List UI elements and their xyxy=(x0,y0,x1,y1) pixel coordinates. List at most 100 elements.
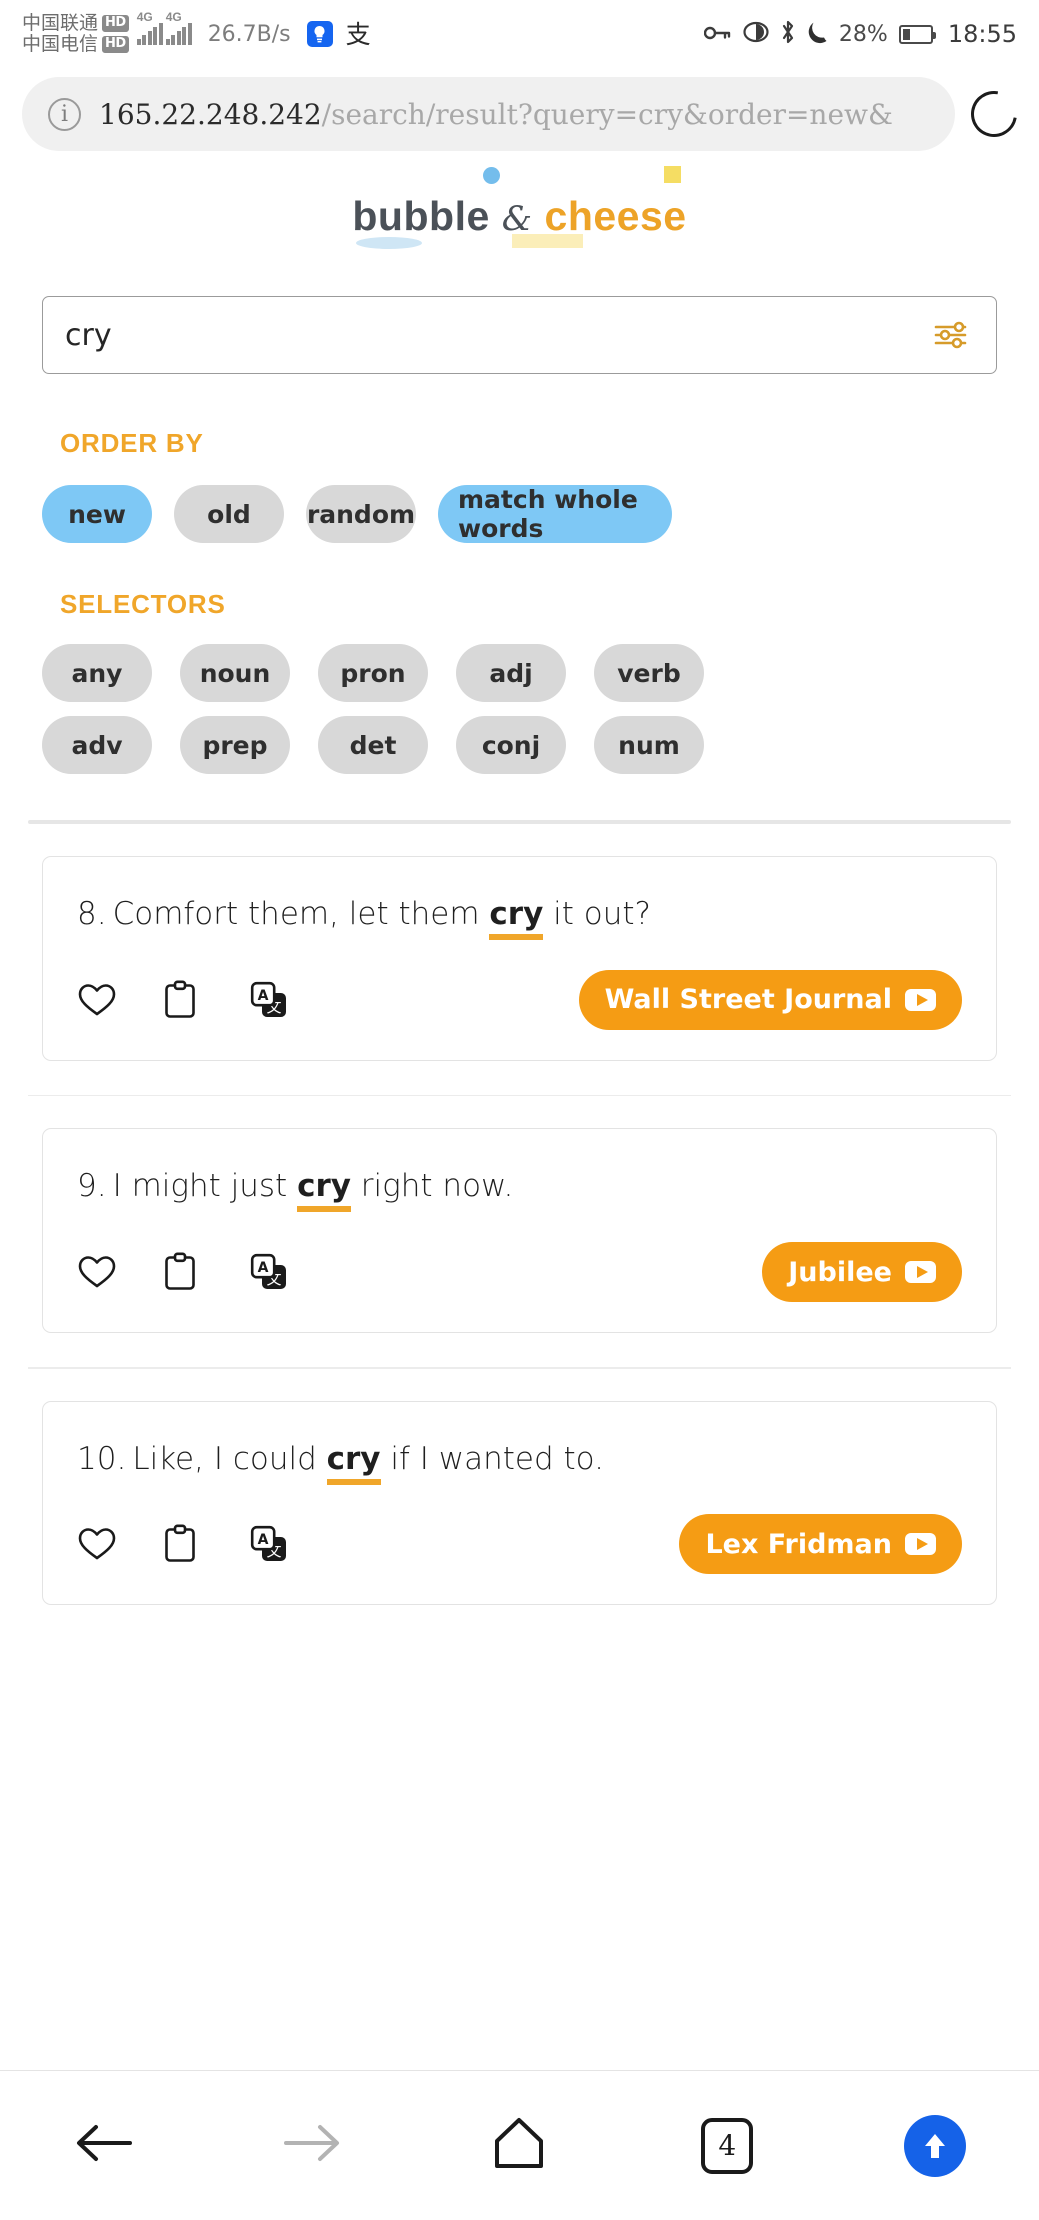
network-type-label-2: 4G xyxy=(165,10,182,24)
lightbulb-icon xyxy=(306,21,333,47)
selector-adv[interactable]: adv xyxy=(42,716,152,774)
clipboard-icon[interactable] xyxy=(163,1252,249,1292)
search-input[interactable]: cry xyxy=(65,318,932,353)
tabs-button[interactable]: 4 xyxy=(623,2071,831,2220)
result-separator xyxy=(28,1367,1011,1369)
result-card[interactable]: 9. I might just cry right now. 文A Jubilee xyxy=(42,1128,997,1333)
selectors-row-1: any noun pron adj verb xyxy=(0,644,1039,702)
result-sentence: 10. Like, I could cry if I wanted to. xyxy=(77,1440,962,1485)
youtube-icon xyxy=(905,1533,936,1556)
forward-button[interactable] xyxy=(208,2071,416,2220)
result-sentence: 8. Comfort them, let them cry it out? xyxy=(77,895,962,940)
result-highlight: cry xyxy=(297,1168,351,1213)
search-section: cry xyxy=(0,272,1039,374)
logo-blue-dot-icon xyxy=(483,166,501,184)
result-separator xyxy=(28,1094,1011,1097)
site-logo[interactable]: bubble & cheese xyxy=(0,160,1039,272)
scroll-up-icon xyxy=(904,2114,967,2177)
selector-num[interactable]: num xyxy=(594,716,704,774)
result-text-before: Comfort them, let them xyxy=(112,896,490,932)
result-actions: 文A Jubilee xyxy=(77,1242,962,1302)
selector-noun[interactable]: noun xyxy=(180,644,290,702)
forward-arrow-icon xyxy=(282,2118,342,2173)
battery-icon xyxy=(898,24,936,44)
browser-bottom-nav: 4 xyxy=(0,2070,1039,2220)
info-icon[interactable]: i xyxy=(48,97,81,131)
signal-icon-1: 4G xyxy=(136,10,163,45)
hd-badge-2: HD xyxy=(102,36,129,53)
source-badge[interactable]: Wall Street Journal xyxy=(578,969,962,1030)
result-text-before: Like, I could xyxy=(132,1440,327,1477)
selector-adj[interactable]: adj xyxy=(456,644,566,702)
network-type-label-1: 4G xyxy=(136,10,153,24)
network-speed-text: 26.7B/s xyxy=(207,21,291,47)
reload-icon[interactable] xyxy=(961,81,1027,147)
scroll-up-button[interactable] xyxy=(831,2071,1039,2220)
back-arrow-icon xyxy=(74,2118,134,2173)
order-by-option-random[interactable]: random xyxy=(306,485,416,543)
source-badge[interactable]: Lex Fridman xyxy=(679,1514,962,1575)
key-icon xyxy=(703,23,732,45)
result-card[interactable]: 10. Like, I could cry if I wanted to. 文A … xyxy=(42,1400,997,1606)
result-number: 10. xyxy=(77,1440,127,1477)
youtube-icon xyxy=(905,988,936,1011)
translate-icon[interactable]: 文A xyxy=(249,981,335,1019)
order-by-option-old[interactable]: old xyxy=(174,485,284,543)
result-number: 9. xyxy=(77,1168,107,1205)
clipboard-icon[interactable] xyxy=(163,1524,249,1564)
logo-ampersand: & xyxy=(501,198,533,239)
hd-badge-1: HD xyxy=(102,15,129,32)
result-number: 8. xyxy=(77,896,107,932)
selector-pron[interactable]: pron xyxy=(318,644,428,702)
clipboard-icon[interactable] xyxy=(163,980,249,1020)
sliders-icon[interactable] xyxy=(932,318,972,352)
results-list: 8. Comfort them, let them cry it out? 文A … xyxy=(0,856,1039,1606)
result-card[interactable]: 8. Comfort them, let them cry it out? 文A … xyxy=(42,856,997,1061)
selectors-row-2: adv prep det conj num xyxy=(0,716,1039,774)
selector-any[interactable]: any xyxy=(42,644,152,702)
logo-word-bubble: bubble xyxy=(352,192,490,239)
url-path: /search/result?query=cry&order=new& xyxy=(321,97,893,131)
logo-word-cheese: cheese xyxy=(544,192,687,239)
carrier-name-1: 中国联通 xyxy=(22,12,99,34)
translate-icon[interactable]: 文A xyxy=(249,1525,335,1563)
home-icon xyxy=(491,2115,547,2176)
result-text-after: right now. xyxy=(350,1168,514,1205)
source-badge[interactable]: Jubilee xyxy=(762,1242,962,1302)
url-text: 165.22.248.242/search/result?query=cry&o… xyxy=(99,98,893,131)
search-box[interactable]: cry xyxy=(42,296,997,374)
browser-toolbar: i 165.22.248.242/search/result?query=cry… xyxy=(0,68,1039,160)
selector-prep[interactable]: prep xyxy=(180,716,290,774)
source-label: Lex Fridman xyxy=(705,1528,892,1560)
order-by-options: new old random match whole words xyxy=(0,485,1039,543)
youtube-icon xyxy=(905,1261,936,1283)
heart-icon[interactable] xyxy=(77,1254,163,1290)
bluetooth-icon xyxy=(780,20,796,48)
order-by-option-new[interactable]: new xyxy=(42,485,152,543)
order-by-option-match-whole-words[interactable]: match whole words xyxy=(438,485,672,543)
carrier-info: 中国联通 HD 中国电信 HD xyxy=(22,14,129,54)
result-highlight: cry xyxy=(489,896,544,940)
signal-strength-icons: 4G 4G xyxy=(136,10,192,45)
source-label: Wall Street Journal xyxy=(604,984,892,1016)
result-sentence: 9. I might just cry right now. xyxy=(77,1167,962,1213)
svg-text:A: A xyxy=(258,988,269,1004)
heart-icon[interactable] xyxy=(77,982,163,1018)
translate-icon[interactable]: 文A xyxy=(249,1253,335,1291)
heart-icon[interactable] xyxy=(77,1526,163,1562)
result-text-after: it out? xyxy=(543,896,651,932)
home-button[interactable] xyxy=(416,2071,624,2220)
eye-icon xyxy=(743,21,769,47)
selector-verb[interactable]: verb xyxy=(594,644,704,702)
order-by-label: ORDER BY xyxy=(60,428,204,458)
svg-text:A: A xyxy=(258,1260,269,1276)
carrier-name-2: 中国电信 xyxy=(22,33,99,55)
back-button[interactable] xyxy=(0,2071,208,2220)
selector-det[interactable]: det xyxy=(318,716,428,774)
selector-conj[interactable]: conj xyxy=(456,716,566,774)
address-bar[interactable]: i 165.22.248.242/search/result?query=cry… xyxy=(22,77,955,151)
status-bar-left: 中国联通 HD 中国电信 HD 4G 4G 26.7B/s 支 xyxy=(22,10,371,54)
status-bar: 中国联通 HD 中国电信 HD 4G 4G 26.7B/s 支 28% 18:5… xyxy=(0,0,1039,68)
section-divider xyxy=(28,820,1011,824)
tab-count-badge: 4 xyxy=(701,2117,754,2174)
